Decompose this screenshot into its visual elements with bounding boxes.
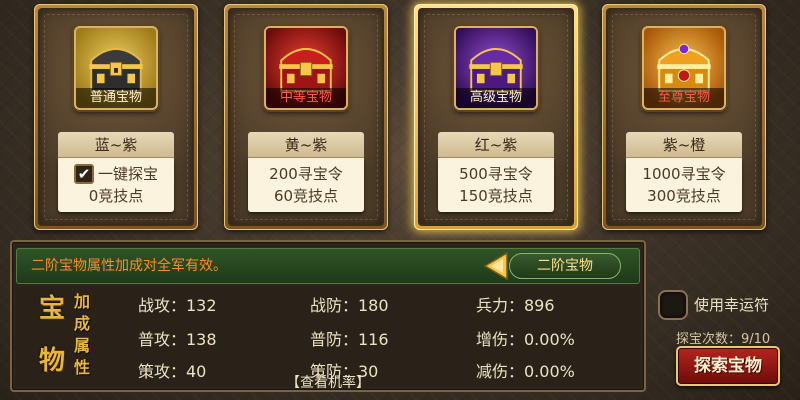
attribute-panel: 二阶宝物属性加成对全军有效。 二阶宝物 宝 物 加 成 属 性 战攻：132 战… [10,240,646,392]
bonus-subtitle-char: 加 [73,292,90,311]
treasure-card-supreme[interactable]: 至尊宝物 紫~橙 1000寻宝令 300竞技点 [602,4,766,230]
chest-purple-icon: 高级宝物 [454,26,538,110]
attr-zeng-shang: 增伤：0.00% [476,330,575,349]
quality-range: 蓝~紫 [58,132,174,158]
quality-range: 红~紫 [438,132,554,158]
card-label: 高级宝物 [456,88,536,108]
arena-point-cost: 300竞技点 [647,187,721,205]
treasure-card-medium[interactable]: 中等宝物 黄~紫 200寻宝令 60竞技点 [224,4,388,230]
token-cost: 500寻宝令 [459,165,533,183]
token-cost: 200寻宝令 [269,165,343,183]
card-label: 普通宝物 [76,88,156,108]
chest-gold-icon: 普通宝物 [74,26,158,110]
attr-zhan-fang: 战防：180 [310,296,389,315]
attr-pu-gong: 普攻：138 [138,330,217,349]
attr-pu-fang: 普防：116 [310,330,389,349]
bonus-title-char: 宝 [38,294,65,324]
attr-zhan-gong: 战攻：132 [138,296,217,315]
treasure-card-normal[interactable]: 普通宝物 蓝~紫 ✔ 一键探宝 0竞技点 [34,4,198,230]
quality-range: 黄~紫 [248,132,364,158]
notice-text: 二阶宝物属性加成对全军有效。 [31,258,227,274]
arena-point-cost: 150竞技点 [459,187,533,205]
arena-point-cost: 0竞技点 [88,187,144,205]
arena-point-cost: 60竞技点 [273,187,339,205]
one-key-explore-checkbox[interactable]: ✔ [73,164,94,184]
card-label: 中等宝物 [266,88,346,108]
treasure-count: 探宝次数：9/10 [676,332,771,347]
token-cost: 1000寻宝令 [642,165,726,183]
lucky-charm-checkbox[interactable] [658,290,688,320]
tier-tag[interactable]: 二阶宝物 [509,253,621,279]
attribute-area: 宝 物 加 成 属 性 战攻：132 战防：180 兵力：896 普攻：138 … [16,286,640,391]
treasure-card-advanced[interactable]: 高级宝物 红~紫 500寻宝令 150竞技点 [414,4,578,230]
explore-treasure-button[interactable]: 探索宝物 [676,346,780,386]
attr-bing-li: 兵力：896 [476,296,555,315]
cost-box: 200寻宝令 60竞技点 [248,158,364,212]
chest-red-icon: 中等宝物 [264,26,348,110]
quality-range: 紫~橙 [626,132,742,158]
tier-left-arrow-icon[interactable] [481,251,509,281]
card-label: 至尊宝物 [644,88,724,108]
bonus-subtitle-char: 成 [73,314,90,333]
view-rate-link[interactable]: 【查看机率】 [16,372,640,392]
notice-bar: 二阶宝物属性加成对全军有效。 二阶宝物 [16,248,640,284]
one-key-explore-label: 一键探宝 [97,165,158,183]
cost-box: 1000寻宝令 300竞技点 [626,158,742,212]
chest-orange-icon: 至尊宝物 [642,26,726,110]
cost-box: ✔ 一键探宝 0竞技点 [58,158,174,212]
bonus-subtitle-char: 属 [73,336,90,355]
cost-box: 500寻宝令 150竞技点 [438,158,554,212]
lucky-charm-label: 使用幸运符 [694,296,770,314]
treasure-card-row: 普通宝物 蓝~紫 ✔ 一键探宝 0竞技点 中等宝物 黄~紫 200寻宝令 60竞… [0,0,800,236]
